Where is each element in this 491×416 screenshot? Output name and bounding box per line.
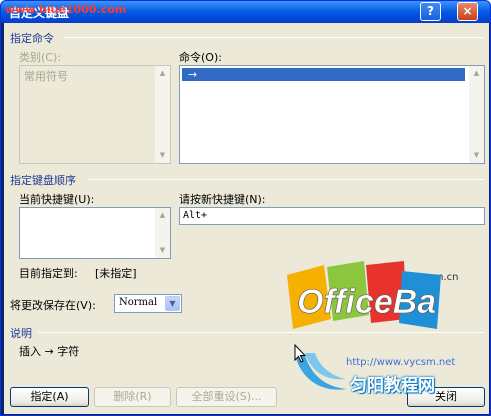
category-label: 类别(C): [19,51,61,64]
command-item-selected[interactable]: → [182,68,465,81]
scroll-down-icon[interactable]: ▼ [469,148,484,163]
command-label: 命令(O): [179,51,222,64]
mouse-cursor-icon [294,344,306,363]
current-keys-scrollbar[interactable]: ▲ ▼ [155,208,170,258]
help-button[interactable]: ? [420,2,441,21]
section-divider [64,37,484,38]
chevron-down-icon[interactable]: ▼ [165,296,180,311]
customize-keyboard-dialog: 自定义键盘 www.blue1000.com ? × 指定命令 类别(C): 常… [0,0,491,416]
assign-button[interactable]: 指定(A) [10,387,89,407]
category-scrollbar[interactable]: ▲ ▼ [155,66,170,163]
save-in-value: Normal [119,297,158,308]
section-heading-keys: 指定键盘顺序 [10,174,76,187]
section-heading-description: 说明 [10,327,32,340]
current-keys-label: 当前快捷键(U): [19,193,95,206]
section-heading-command: 指定命令 [10,32,54,45]
dialog-body: 指定命令 类别(C): 常用符号 ▲ ▼ 命令(O): → ▲ ▼ 指定键盘顺序… [4,23,489,414]
officeba-logo: OfficeBa [287,261,441,329]
title-bar: 自定义键盘 www.blue1000.com ? × [1,1,490,23]
logo-text: OfficeBa [297,283,436,321]
command-scrollbar[interactable]: ▲ ▼ [469,66,484,163]
watermark-url: www.blue1000.com [5,3,127,16]
watermark-site-url: http://www.vycsm.net [346,357,456,368]
section-divider [88,179,484,180]
remove-button[interactable]: 删除(R) [94,387,171,407]
assigned-label: 目前指定到: [19,267,78,280]
scroll-down-icon[interactable]: ▼ [155,148,170,163]
save-in-label: 将更改保存在(V): [10,299,96,312]
description-text: 插入 → 字符 [19,345,80,358]
category-listbox[interactable]: 常用符号 ▲ ▼ [19,65,171,164]
category-item[interactable]: 常用符号 [24,68,68,84]
scroll-up-icon[interactable]: ▲ [469,66,484,81]
assigned-value: [未指定] [95,267,137,280]
close-window-button[interactable]: × [457,2,478,21]
new-key-label: 请按新快捷键(N): [179,193,266,206]
new-key-input[interactable]: Alt+ [179,207,485,225]
scroll-down-icon[interactable]: ▼ [155,243,170,258]
current-keys-listbox[interactable]: ▲ ▼ [19,207,171,259]
scroll-up-icon[interactable]: ▲ [155,208,170,223]
watermark-brand: 匀阳教程网 [350,376,435,396]
reset-all-button[interactable]: 全部重设(S)... [176,387,277,407]
command-listbox[interactable]: → ▲ ▼ [179,65,485,164]
scroll-up-icon[interactable]: ▲ [155,66,170,81]
save-in-select[interactable]: Normal ▼ [114,294,182,313]
